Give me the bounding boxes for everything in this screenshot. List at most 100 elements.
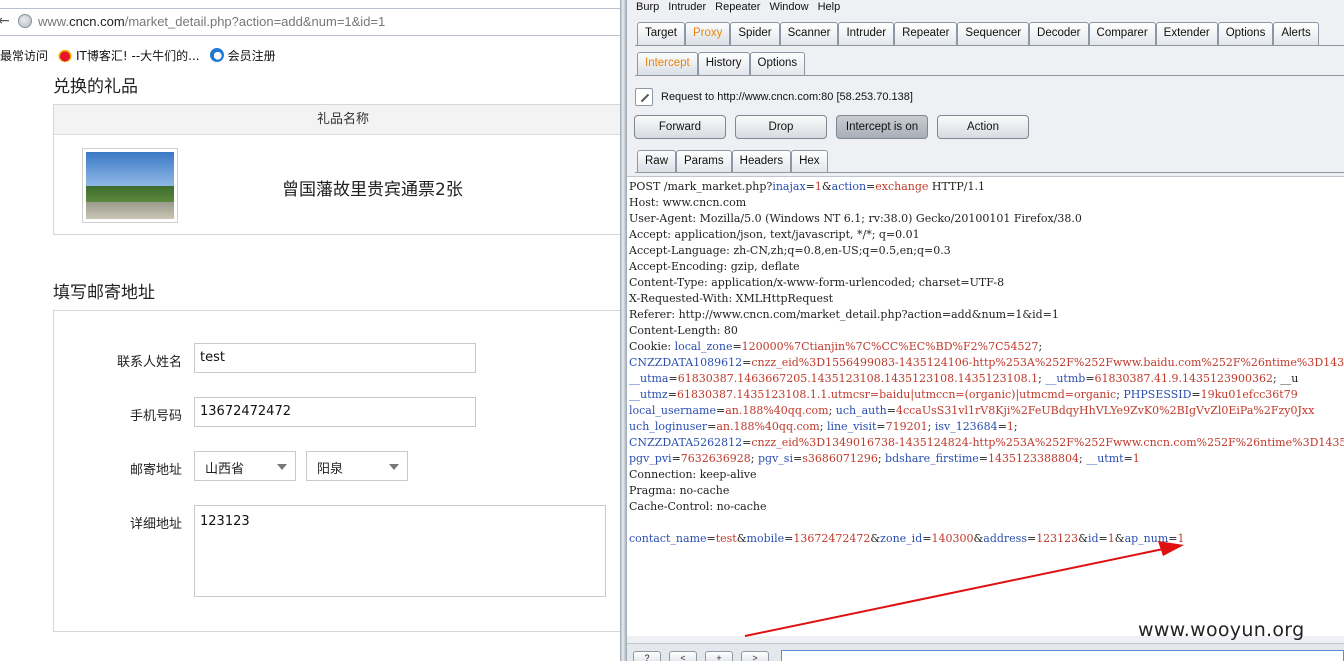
contact-name-input[interactable]: test bbox=[194, 343, 476, 373]
contact-label: 联系人姓名 bbox=[116, 355, 182, 370]
forward-button[interactable]: Forward bbox=[634, 115, 726, 139]
url-text[interactable]: www.cncn.com/market_detail.php?action=ad… bbox=[38, 14, 385, 29]
proxy-sub-tabs: Intercept History Options bbox=[637, 52, 806, 75]
request-line: contact_name=test&mobile=13672472472&zon… bbox=[629, 532, 1185, 545]
request-line: Accept-Encoding: gzip, deflate bbox=[629, 260, 800, 273]
bookmark-member-register[interactable]: 会员注册 bbox=[209, 47, 276, 64]
request-line: Cache-Control: no-cache bbox=[629, 500, 767, 513]
tab-extender[interactable]: Extender bbox=[1155, 22, 1218, 45]
bookmarks-toolbar: 最常访问 IT博客汇! --大牛们的... 会员注册 bbox=[0, 44, 620, 66]
tab-comparer[interactable]: Comparer bbox=[1088, 22, 1156, 45]
window-divider[interactable] bbox=[620, 0, 627, 661]
request-line: Cookie: local_zone=120000%7Ctianjin%7C%C… bbox=[629, 340, 1043, 353]
tab-decoder[interactable]: Decoder bbox=[1029, 22, 1089, 45]
request-line: local_username=an.188%40qq.com; uch_auth… bbox=[629, 404, 1315, 417]
tab-hex[interactable]: Hex bbox=[791, 150, 828, 172]
menu-intruder[interactable]: Intruder bbox=[668, 1, 706, 13]
tab-headers[interactable]: Headers bbox=[731, 150, 792, 172]
chevron-down-icon bbox=[277, 464, 287, 470]
message-view-tabs: Raw Params Headers Hex bbox=[637, 150, 828, 172]
back-arrow-icon[interactable]: ← bbox=[0, 13, 10, 29]
request-line: Content-Length: 80 bbox=[629, 324, 738, 337]
menu-help[interactable]: Help bbox=[818, 1, 841, 13]
menu-burp[interactable]: Burp bbox=[636, 1, 659, 13]
menu-repeater[interactable]: Repeater bbox=[715, 1, 760, 13]
main-tabs: Target Proxy Spider Scanner Intruder Rep… bbox=[637, 22, 1319, 45]
tab-alerts[interactable]: Alerts bbox=[1273, 22, 1319, 45]
request-line: Content-Type: application/x-www-form-url… bbox=[629, 276, 1005, 289]
request-line: Accept-Language: zh-CN,zh;q=0.8,en-US;q=… bbox=[629, 244, 951, 257]
address-bar[interactable]: ← www.cncn.com/market_detail.php?action=… bbox=[0, 8, 620, 36]
detail-address-label: 详细地址 bbox=[129, 517, 182, 532]
request-line: Pragma: no-cache bbox=[629, 484, 730, 497]
gift-table: 礼品名称 曾国藩故里贵宾通票2张 bbox=[53, 104, 620, 235]
request-line: pgv_pvi=7632636928; pgv_si=s3686071296; … bbox=[629, 452, 1140, 465]
request-line: __utma=61830387.1463667205.1435123108.14… bbox=[629, 372, 1299, 385]
burp-suite-window: Burp Intruder Repeater Window Help Targe… bbox=[627, 0, 1344, 661]
tab-spider[interactable]: Spider bbox=[730, 22, 780, 45]
weibo-icon bbox=[58, 48, 73, 62]
phone-input[interactable]: 13672472472 bbox=[194, 397, 476, 427]
request-line: CNZZDATA5262812=cnzz_eid%3D1349016738-14… bbox=[629, 436, 1344, 449]
tab-proxy[interactable]: Proxy bbox=[684, 22, 731, 45]
member-icon bbox=[209, 48, 224, 62]
pencil-icon[interactable] bbox=[635, 88, 653, 106]
request-line: User-Agent: Mozilla/5.0 (Windows NT 6.1;… bbox=[629, 212, 1082, 225]
help-button[interactable]: ? bbox=[633, 651, 661, 661]
globe-icon bbox=[18, 14, 32, 28]
intercept-toggle-button[interactable]: Intercept is on bbox=[836, 115, 928, 139]
bookmark-most-visited[interactable]: 最常访问 bbox=[0, 47, 48, 64]
tab-raw[interactable]: Raw bbox=[637, 150, 677, 172]
detail-address-textarea[interactable]: 123123 bbox=[194, 505, 606, 597]
next-button[interactable]: > bbox=[741, 651, 769, 661]
search-bar: ? < + > bbox=[627, 643, 1344, 661]
tab-divider bbox=[635, 45, 1344, 46]
tab-repeater[interactable]: Repeater bbox=[894, 22, 958, 45]
request-line: uch_loginuser=an.188%40qq.com; line_visi… bbox=[629, 420, 1018, 433]
chevron-down-icon bbox=[389, 464, 399, 470]
browser-window: ← www.cncn.com/market_detail.php?action=… bbox=[0, 0, 620, 661]
tab-params[interactable]: Params bbox=[676, 150, 732, 172]
raw-request-editor[interactable]: POST /mark_market.php?inajax=1&action=ex… bbox=[627, 176, 1344, 636]
request-line: Accept: application/json, text/javascrip… bbox=[629, 228, 920, 241]
region-label: 邮寄地址 bbox=[129, 463, 182, 478]
request-line: Host: www.cncn.com bbox=[629, 196, 747, 209]
search-input[interactable] bbox=[781, 650, 1344, 661]
request-text[interactable]: POST /mark_market.php?inajax=1&action=ex… bbox=[629, 179, 1344, 547]
bookmark-itblog[interactable]: IT博客汇! --大牛们的... bbox=[58, 47, 200, 64]
tab-options[interactable]: Options bbox=[1217, 22, 1274, 45]
tab-intercept[interactable]: Intercept bbox=[637, 52, 698, 75]
request-line: Connection: keep-alive bbox=[629, 468, 757, 481]
tab-divider bbox=[635, 172, 1344, 173]
gift-thumbnail[interactable] bbox=[82, 148, 178, 223]
gift-section-title: 兑换的礼品 bbox=[53, 77, 138, 97]
request-line: CNZZDATA1089612=cnzz_eid%3D1556499083-14… bbox=[629, 356, 1344, 369]
request-line: POST /mark_market.php?inajax=1&action=ex… bbox=[629, 180, 985, 193]
add-button[interactable]: + bbox=[705, 651, 733, 661]
previous-button[interactable]: < bbox=[669, 651, 697, 661]
request-line: __utmz=61830387.1435123108.1.1.utmcsr=ba… bbox=[629, 388, 1298, 401]
gift-column-header: 礼品名称 bbox=[54, 105, 620, 135]
menu-window[interactable]: Window bbox=[769, 1, 808, 13]
request-target: Request to http://www.cncn.com:80 [58.25… bbox=[661, 91, 913, 103]
tab-divider bbox=[635, 75, 1344, 76]
gift-name: 曾国藩故里贵宾通票2张 bbox=[282, 180, 463, 200]
request-line: X-Requested-With: XMLHttpRequest bbox=[629, 292, 834, 305]
tab-target[interactable]: Target bbox=[637, 22, 685, 45]
request-line bbox=[629, 515, 1344, 531]
tab-sequencer[interactable]: Sequencer bbox=[957, 22, 1030, 45]
watermark: www.wooyun.org bbox=[1138, 619, 1305, 641]
action-button[interactable]: Action bbox=[937, 115, 1029, 139]
tab-history[interactable]: History bbox=[697, 52, 750, 75]
request-info: Request to http://www.cncn.com:80 [58.25… bbox=[635, 88, 913, 106]
tab-proxy-options[interactable]: Options bbox=[749, 52, 806, 75]
drop-button[interactable]: Drop bbox=[735, 115, 827, 139]
phone-label: 手机号码 bbox=[129, 409, 182, 424]
menu-bar: Burp Intruder Repeater Window Help bbox=[627, 0, 1344, 14]
tab-scanner[interactable]: Scanner bbox=[779, 22, 839, 45]
province-select[interactable]: 山西省 bbox=[194, 451, 296, 481]
request-line: Referer: http://www.cncn.com/market_deta… bbox=[629, 308, 1059, 321]
city-select[interactable]: 阳泉 bbox=[306, 451, 408, 481]
address-form: 联系人姓名 test 手机号码 13672472472 邮寄地址 山西省 阳泉 … bbox=[53, 310, 620, 632]
tab-intruder[interactable]: Intruder bbox=[838, 22, 895, 45]
